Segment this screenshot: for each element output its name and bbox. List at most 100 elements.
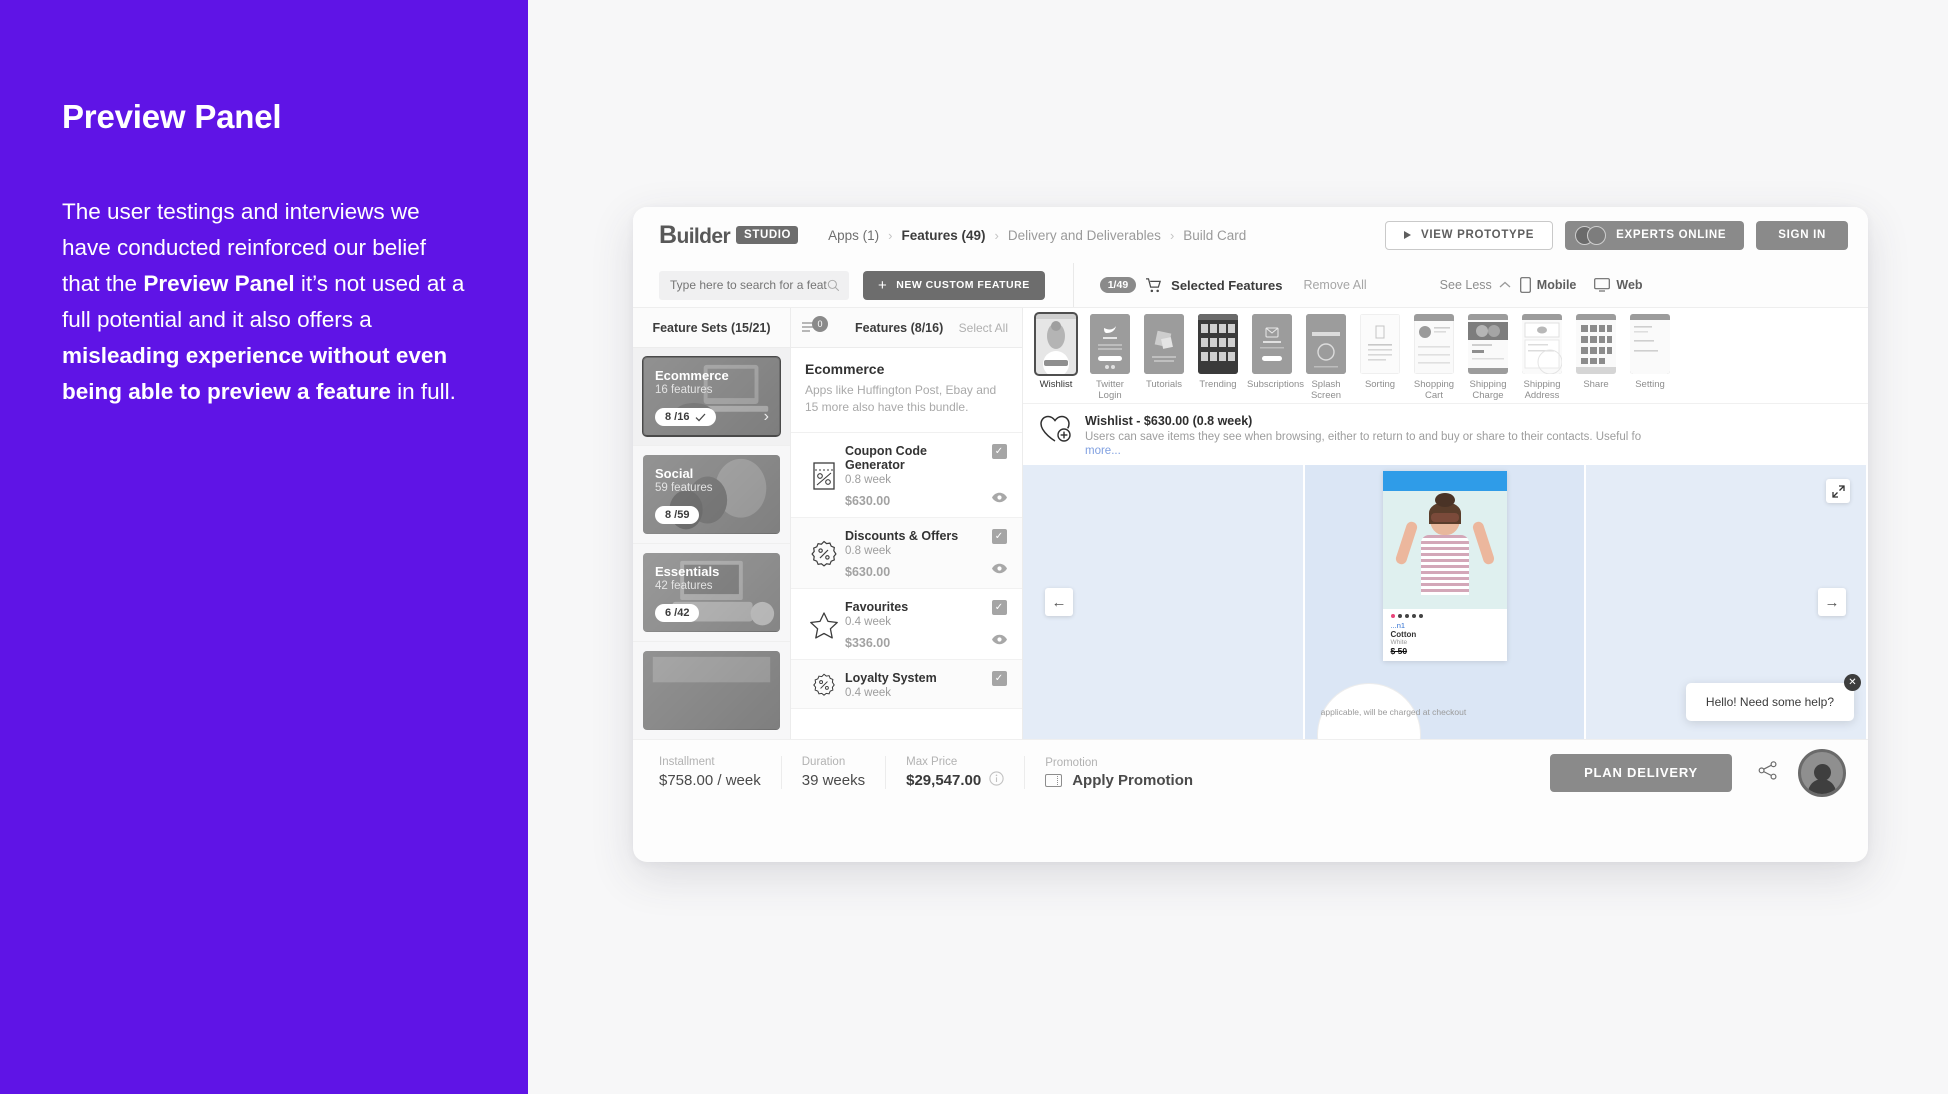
feature-duration: 0.8 week bbox=[845, 474, 892, 486]
max-price-label: Max Price bbox=[906, 756, 958, 768]
feature-price: $336.00 bbox=[845, 636, 891, 650]
avatar[interactable] bbox=[1798, 748, 1846, 797]
feature-text: Favourites 0.4 week $336.00 bbox=[845, 600, 988, 650]
thumb-share[interactable]: Share bbox=[1569, 314, 1623, 390]
selected-count-badge: 1/49 bbox=[1099, 277, 1137, 293]
feature-checkbox[interactable]: ✓ bbox=[991, 529, 1007, 544]
sign-in-button[interactable]: SIGN IN bbox=[1756, 220, 1848, 250]
thumb-shipping-charge[interactable]: Shipping Charge bbox=[1461, 314, 1515, 401]
preview-eye-icon[interactable] bbox=[991, 632, 1008, 650]
feature-set-card-next[interactable] bbox=[633, 642, 790, 740]
feature-checkbox[interactable]: ✓ bbox=[991, 444, 1007, 459]
ticket-icon bbox=[1045, 773, 1063, 787]
installment-value: $758.00 / week bbox=[659, 772, 761, 789]
preview-eye-icon[interactable] bbox=[991, 490, 1008, 508]
breadcrumb-item-delivery[interactable]: Delivery and Deliverables bbox=[1008, 228, 1161, 243]
toggle-web[interactable]: Web bbox=[1594, 278, 1643, 292]
feature-set-count: 59 features bbox=[655, 482, 713, 494]
feature-list-item[interactable]: Loyalty System 0.4 week ✓ bbox=[791, 660, 1022, 709]
thumb-label: Splash Screen bbox=[1310, 379, 1342, 401]
info-icon[interactable] bbox=[989, 771, 1004, 786]
thumb-art bbox=[1198, 314, 1238, 374]
builder-logo[interactable]: Builder STUDIO bbox=[659, 220, 799, 250]
apply-promotion-button[interactable]: Apply Promotion bbox=[1045, 772, 1193, 789]
play-icon bbox=[1404, 231, 1412, 239]
cart-icon bbox=[1146, 277, 1162, 292]
thumb-setting[interactable]: Setting bbox=[1623, 314, 1677, 390]
screen-thumbnail bbox=[1360, 314, 1400, 374]
plan-delivery-button[interactable]: PLAN DELIVERY bbox=[1550, 753, 1732, 792]
thumb-label: Share bbox=[1583, 379, 1609, 390]
screen-thumbnail bbox=[1468, 314, 1508, 374]
screen-thumbnail bbox=[1144, 314, 1184, 374]
preview-eye-icon[interactable] bbox=[991, 561, 1008, 579]
see-less-toggle[interactable]: See Less bbox=[1440, 278, 1511, 292]
thumb-tutorials[interactable]: Tutorials bbox=[1137, 314, 1191, 390]
feature-set-name: Ecommerce bbox=[655, 368, 729, 383]
thumb-trending[interactable]: Trending bbox=[1191, 314, 1245, 390]
share-icon[interactable] bbox=[1758, 760, 1778, 785]
feature-set-card-ecommerce[interactable]: Ecommerce 16 features 8 /16 › bbox=[633, 348, 790, 446]
screen-thumbnail bbox=[1306, 314, 1346, 374]
logo-studio-badge: STUDIO bbox=[736, 226, 799, 244]
feature-set-thumb: Essentials 42 features 6 /42 bbox=[643, 553, 780, 632]
screen-thumbnail bbox=[1414, 314, 1454, 374]
feature-checkbox[interactable]: ✓ bbox=[991, 600, 1007, 615]
breadcrumb-item-apps[interactable]: Apps (1) bbox=[828, 228, 879, 243]
wishlist-heart-plus-icon bbox=[1039, 414, 1073, 457]
filter-icon[interactable]: 0 bbox=[801, 315, 828, 337]
thumb-shopping-cart[interactable]: Shopping Cart bbox=[1407, 314, 1461, 401]
thumb-subscriptions[interactable]: Subscriptions bbox=[1245, 314, 1304, 390]
preview-next-button[interactable]: → bbox=[1818, 588, 1846, 616]
feature-set-count: 42 features bbox=[655, 580, 713, 592]
thumb-wishlist[interactable]: Wishlist bbox=[1029, 312, 1083, 390]
topbar-actions: VIEW PROTOTYPE EXPERTS ONLINE SIGN IN bbox=[1385, 220, 1848, 250]
chevron-right-icon: › bbox=[763, 408, 769, 425]
feature-thumbnail-strip[interactable]: Wishlist Twitter Login Tutorials Trendin… bbox=[1023, 308, 1868, 404]
feature-name: Discounts & Offers bbox=[845, 529, 959, 543]
decorative-shape bbox=[1434, 493, 1455, 507]
close-icon[interactable]: ✕ bbox=[1844, 674, 1861, 691]
experts-online-button[interactable]: EXPERTS ONLINE bbox=[1565, 220, 1745, 250]
feature-set-thumb: Ecommerce 16 features 8 /16 › bbox=[642, 356, 781, 437]
search-field-wrap[interactable] bbox=[659, 270, 849, 300]
breadcrumb-item-features[interactable]: Features (49) bbox=[901, 228, 985, 243]
feature-list-item[interactable]: Favourites 0.4 week $336.00 ✓ bbox=[791, 589, 1022, 660]
phone-product-info: ...n1 Cotton White $ 50 bbox=[1383, 620, 1507, 657]
platform-toggles: Mobile Web bbox=[1519, 277, 1643, 293]
feature-actions: ✓ bbox=[988, 600, 1010, 650]
chat-bubble[interactable]: Hello! Need some help? ✕ bbox=[1685, 674, 1861, 721]
view-prototype-button[interactable]: VIEW PROTOTYPE bbox=[1385, 220, 1554, 250]
thumb-twitter-login[interactable]: Twitter Login bbox=[1083, 314, 1137, 401]
logo-b: B bbox=[659, 220, 677, 249]
feature-set-card-essentials[interactable]: Essentials 42 features 6 /42 bbox=[633, 544, 790, 642]
toggle-web-label: Web bbox=[1616, 278, 1643, 292]
new-custom-feature-button[interactable]: + NEW CUSTOM FEATURE bbox=[863, 270, 1045, 300]
feature-checkbox[interactable]: ✓ bbox=[991, 671, 1007, 686]
breadcrumb-item-build-card[interactable]: Build Card bbox=[1183, 228, 1246, 243]
thumb-splash-screen[interactable]: Splash Screen bbox=[1299, 314, 1353, 401]
promotion-cell: Promotion Apply Promotion bbox=[1045, 757, 1213, 789]
preview-prev-button[interactable]: ← bbox=[1045, 588, 1073, 616]
search-input[interactable] bbox=[670, 278, 827, 292]
toggle-mobile[interactable]: Mobile bbox=[1519, 277, 1576, 293]
feature-list-item[interactable]: Discounts & Offers 0.8 week $630.00 ✓ bbox=[791, 518, 1022, 589]
duration-label: Duration bbox=[801, 756, 846, 768]
select-all-button[interactable]: Select All bbox=[959, 321, 1008, 335]
read-more-link[interactable]: more... bbox=[1085, 445, 1641, 457]
decorative-shape bbox=[1430, 513, 1459, 522]
percent-badge-icon bbox=[803, 671, 845, 699]
feature-set-card-social[interactable]: Social 59 features 8 /59 bbox=[633, 446, 790, 544]
thumb-label: Tutorials bbox=[1145, 379, 1183, 390]
feature-name: Loyalty System bbox=[845, 671, 937, 685]
avatar-body bbox=[1808, 778, 1836, 794]
remove-all-button[interactable]: Remove All bbox=[1303, 278, 1366, 292]
feature-list-item[interactable]: Coupon Code Generator 0.8 week $630.00 ✓ bbox=[791, 433, 1022, 518]
thumb-sorting[interactable]: Sorting bbox=[1353, 314, 1407, 390]
thumb-art bbox=[1414, 314, 1454, 374]
builder-studio-window: Builder STUDIO Apps (1) › Features (49) … bbox=[633, 207, 1868, 862]
feature-detail-description: Users can save items they see when brows… bbox=[1085, 431, 1642, 443]
expand-preview-button[interactable] bbox=[1826, 479, 1850, 503]
chat-bubble-text: Hello! Need some help? bbox=[1705, 695, 1834, 709]
thumb-shipping-address[interactable]: Shipping Address bbox=[1515, 314, 1569, 401]
